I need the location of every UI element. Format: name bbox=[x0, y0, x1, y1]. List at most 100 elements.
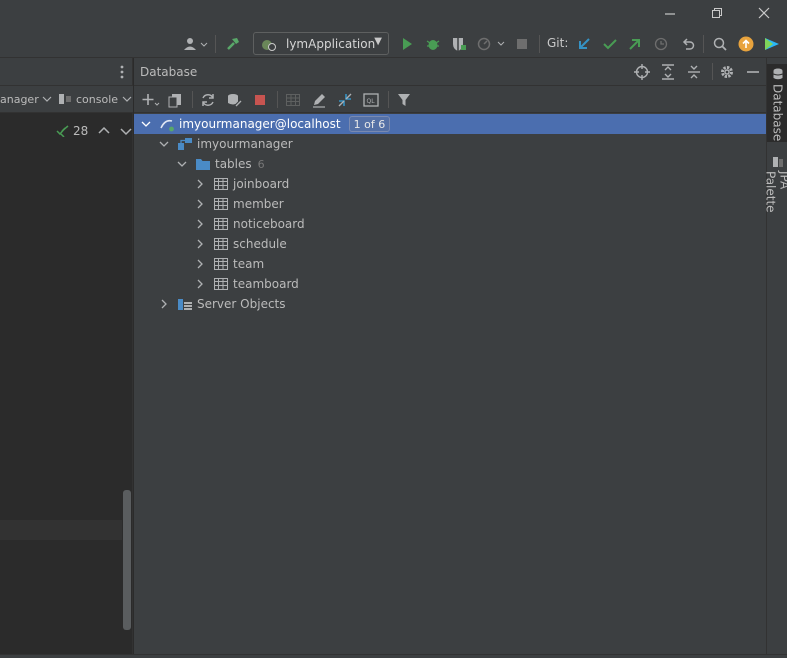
stop-icon bbox=[517, 39, 527, 49]
open-query-console-button[interactable]: QL bbox=[361, 90, 381, 110]
tree-node-datasource[interactable]: imyourmanager@localhost 1 of 6 bbox=[134, 114, 766, 134]
crosshair-icon bbox=[634, 64, 650, 80]
folder-icon bbox=[195, 156, 211, 172]
status-bar-edge bbox=[0, 654, 787, 658]
run-button[interactable] bbox=[398, 35, 416, 53]
git-label: Git: bbox=[547, 36, 569, 50]
run-configuration-label: lymApplication bbox=[286, 36, 376, 51]
expand-all-button[interactable] bbox=[658, 62, 678, 82]
chevron-up-icon[interactable] bbox=[98, 126, 110, 136]
filter-button[interactable] bbox=[394, 90, 414, 110]
git-history-button[interactable] bbox=[652, 35, 670, 53]
chevron-right-icon[interactable] bbox=[193, 257, 207, 271]
git-update-button[interactable] bbox=[575, 35, 593, 53]
chevron-right-icon[interactable] bbox=[193, 217, 207, 231]
tree-node-schema[interactable]: imyourmanager bbox=[134, 134, 766, 154]
profile-button[interactable] bbox=[476, 35, 508, 53]
chevron-down-icon bbox=[42, 96, 52, 102]
disconnect-button[interactable] bbox=[250, 90, 270, 110]
chevron-down-icon[interactable] bbox=[157, 137, 171, 151]
chevron-down-icon[interactable] bbox=[139, 117, 153, 131]
refresh-button[interactable] bbox=[198, 90, 218, 110]
user-icon bbox=[184, 38, 208, 50]
git-push-button[interactable] bbox=[626, 35, 644, 53]
actions-separator bbox=[192, 91, 193, 108]
chevron-right-icon[interactable] bbox=[193, 237, 207, 251]
coverage-button[interactable] bbox=[450, 35, 468, 53]
editor-panel: anager console 28 bbox=[0, 58, 133, 658]
database-properties-button[interactable] bbox=[224, 90, 244, 110]
close-icon bbox=[758, 7, 770, 19]
collapse-all-button[interactable] bbox=[684, 62, 704, 82]
editor-tab-bar bbox=[0, 58, 132, 86]
database-tool-tab-label: Database bbox=[770, 84, 785, 142]
table-editor-button[interactable] bbox=[283, 90, 303, 110]
search-everywhere-button[interactable] bbox=[711, 35, 729, 53]
database-tree: imyourmanager@localhost 1 of 6 imyourman… bbox=[134, 114, 766, 658]
tree-node-table[interactable]: joinboard bbox=[134, 174, 766, 194]
sql-console-icon: QL bbox=[363, 93, 379, 107]
chevron-right-icon[interactable] bbox=[157, 297, 171, 311]
db-settings-icon bbox=[228, 94, 242, 107]
chevron-right-icon[interactable] bbox=[193, 177, 207, 191]
expand-all-icon bbox=[662, 64, 674, 80]
editor-scrollbar[interactable] bbox=[123, 490, 131, 630]
check-icon bbox=[603, 39, 617, 50]
table-label: member bbox=[233, 197, 284, 211]
table-label: joinboard bbox=[233, 177, 290, 191]
updates-button[interactable] bbox=[737, 35, 755, 53]
settings-button[interactable] bbox=[717, 62, 737, 82]
run-icon bbox=[403, 38, 412, 50]
new-datasource-button[interactable] bbox=[140, 90, 162, 110]
tree-node-table[interactable]: team bbox=[134, 254, 766, 274]
tree-node-tables-folder[interactable]: tables 6 bbox=[134, 154, 766, 174]
build-button[interactable] bbox=[224, 35, 242, 53]
server-objects-icon bbox=[177, 296, 193, 312]
table-icon bbox=[213, 256, 229, 272]
plus-icon bbox=[142, 94, 160, 106]
minimize-icon bbox=[747, 71, 759, 73]
tree-node-table[interactable]: noticeboard bbox=[134, 214, 766, 234]
tables-folder-label: tables bbox=[215, 157, 252, 171]
duplicate-button[interactable] bbox=[165, 90, 185, 110]
minimize-button[interactable] bbox=[658, 4, 682, 26]
locate-button[interactable] bbox=[632, 62, 652, 82]
toolbox-button[interactable] bbox=[763, 35, 781, 53]
chevron-right-icon[interactable] bbox=[193, 277, 207, 291]
more-options-button[interactable] bbox=[114, 63, 130, 81]
table-label: schedule bbox=[233, 237, 287, 251]
hide-panel-button[interactable] bbox=[743, 62, 763, 82]
undo-icon bbox=[682, 38, 695, 50]
spring-config-icon bbox=[262, 39, 276, 51]
main-toolbar: lymApplication ▼ Git: bbox=[0, 30, 787, 58]
git-rollback-button[interactable] bbox=[679, 35, 697, 53]
tree-node-server-objects[interactable]: Server Objects bbox=[134, 294, 766, 314]
actions-separator bbox=[388, 91, 389, 108]
hammer-icon bbox=[227, 38, 239, 50]
close-button[interactable] bbox=[752, 4, 776, 26]
chevron-down-icon[interactable] bbox=[175, 157, 189, 171]
schema-count-badge[interactable]: 1 of 6 bbox=[348, 116, 391, 132]
table-icon bbox=[286, 94, 300, 106]
restore-button[interactable] bbox=[705, 4, 729, 26]
stop-button[interactable] bbox=[513, 35, 531, 53]
user-account-button[interactable] bbox=[182, 35, 210, 53]
chevron-down-icon[interactable] bbox=[120, 126, 132, 136]
jump-to-query-console-button[interactable] bbox=[335, 90, 355, 110]
gear-icon bbox=[721, 66, 733, 78]
edit-source-button[interactable] bbox=[309, 90, 329, 110]
chevron-down-icon bbox=[122, 96, 132, 102]
datasource-select[interactable]: anager bbox=[0, 91, 52, 107]
actions-separator bbox=[277, 91, 278, 108]
inspection-widget[interactable]: 28 bbox=[56, 124, 132, 138]
chevron-right-icon[interactable] bbox=[193, 197, 207, 211]
tree-node-table[interactable]: teamboard bbox=[134, 274, 766, 294]
git-commit-button[interactable] bbox=[601, 35, 619, 53]
run-configuration-select[interactable]: lymApplication ▼ bbox=[253, 32, 389, 55]
database-tool-tab[interactable]: Database bbox=[767, 64, 787, 142]
jpa-palette-tool-tab[interactable]: JPA Palette bbox=[764, 152, 787, 232]
tree-node-table[interactable]: member bbox=[134, 194, 766, 214]
debug-button[interactable] bbox=[424, 35, 442, 53]
console-select[interactable]: console bbox=[58, 91, 132, 107]
tree-node-table[interactable]: schedule bbox=[134, 234, 766, 254]
